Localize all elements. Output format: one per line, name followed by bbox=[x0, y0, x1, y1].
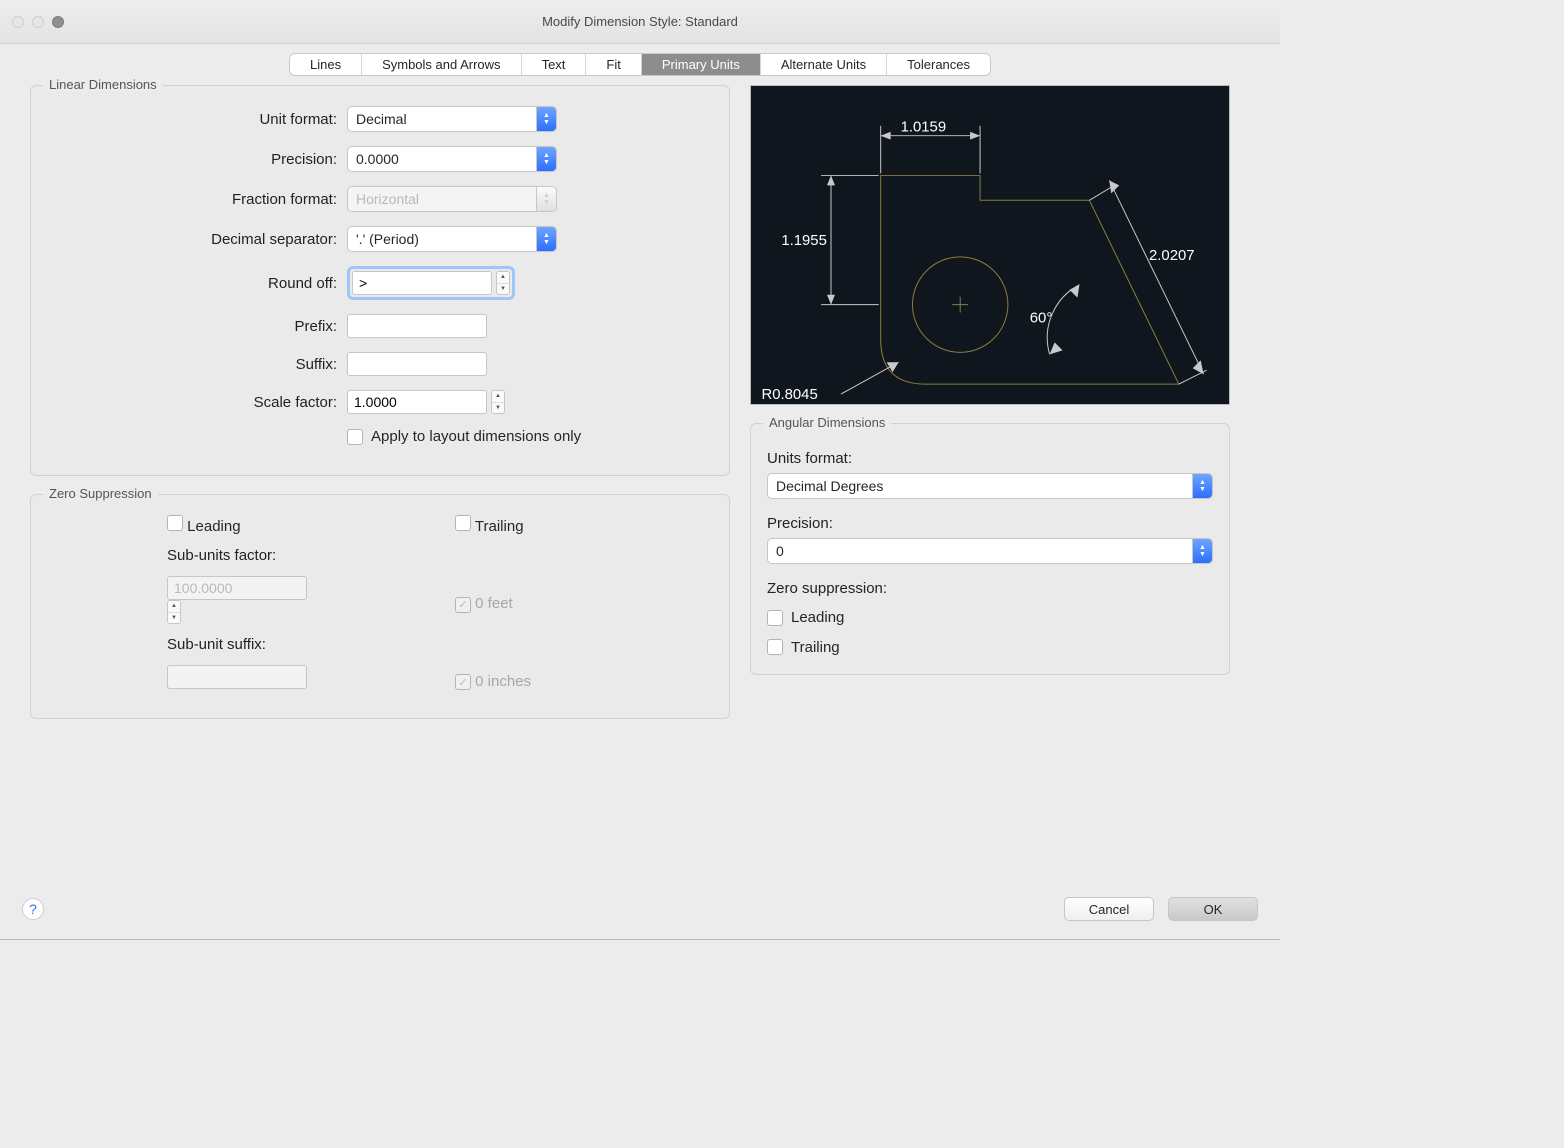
chevron-up-down-icon: ▲▼ bbox=[536, 107, 556, 131]
angular-trailing-checkbox[interactable]: Trailing bbox=[767, 639, 840, 656]
angular-precision-value: 0 bbox=[776, 543, 784, 559]
ok-button[interactable]: OK bbox=[1168, 897, 1258, 921]
tabs: Lines Symbols and Arrows Text Fit Primar… bbox=[290, 54, 990, 75]
checkbox-box bbox=[455, 515, 471, 531]
subunit-suffix-label: Sub-unit suffix: bbox=[167, 636, 425, 653]
linear-dimensions-group: Linear Dimensions Unit format: Decimal ▲… bbox=[30, 85, 730, 476]
preview-dim-diag: 2.0207 bbox=[1149, 248, 1195, 264]
dialog-footer: ? Cancel OK bbox=[0, 883, 1280, 939]
decimal-separator-value: '.' (Period) bbox=[356, 231, 419, 247]
preview-dim-top: 1.0159 bbox=[901, 120, 947, 136]
angular-precision-select[interactable]: 0 ▲▼ bbox=[767, 538, 1213, 564]
checkbox-box bbox=[767, 610, 783, 626]
angular-dimensions-group: Angular Dimensions Units format: Decimal… bbox=[750, 423, 1230, 675]
tab-tolerances[interactable]: Tolerances bbox=[887, 54, 990, 75]
zero-leading-label: Leading bbox=[187, 518, 240, 535]
tab-bar: Lines Symbols and Arrows Text Fit Primar… bbox=[0, 54, 1280, 75]
zero-trailing-label: Trailing bbox=[475, 518, 524, 535]
fraction-format-value: Horizontal bbox=[356, 191, 419, 207]
angular-trailing-label: Trailing bbox=[791, 639, 840, 656]
angular-zero-suppression-label: Zero suppression: bbox=[767, 580, 1213, 597]
scale-factor-stepper[interactable]: ▲▼ bbox=[491, 390, 505, 414]
zero-leading-checkbox[interactable]: Leading bbox=[167, 515, 425, 535]
subunits-factor-input bbox=[167, 576, 307, 600]
angular-units-format-label: Units format: bbox=[767, 450, 1213, 467]
zero-trailing-checkbox[interactable]: Trailing bbox=[455, 515, 713, 535]
zero-legend: Zero Suppression bbox=[43, 486, 158, 501]
zero-inches-label: 0 inches bbox=[475, 673, 531, 690]
checkbox-box bbox=[767, 639, 783, 655]
unit-format-value: Decimal bbox=[356, 111, 407, 127]
tab-text[interactable]: Text bbox=[522, 54, 587, 75]
tab-lines[interactable]: Lines bbox=[290, 54, 362, 75]
linear-legend: Linear Dimensions bbox=[43, 77, 163, 92]
round-off-label: Round off: bbox=[47, 275, 347, 292]
angular-leading-checkbox[interactable]: Leading bbox=[767, 609, 844, 626]
unit-format-label: Unit format: bbox=[47, 111, 347, 128]
chevron-up-down-icon: ▲▼ bbox=[1192, 474, 1212, 498]
zero-feet-checkbox: 0 feet bbox=[455, 595, 713, 613]
cancel-button[interactable]: Cancel bbox=[1064, 897, 1154, 921]
angular-units-format-value: Decimal Degrees bbox=[776, 478, 883, 494]
scale-factor-label: Scale factor: bbox=[47, 394, 347, 411]
zero-suppression-group: Zero Suppression Leading Sub-units facto… bbox=[30, 494, 730, 719]
apply-layout-label: Apply to layout dimensions only bbox=[371, 428, 581, 445]
angular-legend: Angular Dimensions bbox=[763, 415, 891, 430]
zero-feet-label: 0 feet bbox=[475, 595, 513, 612]
suffix-label: Suffix: bbox=[47, 356, 347, 373]
precision-select[interactable]: 0.0000 ▲▼ bbox=[347, 146, 557, 172]
chevron-up-down-icon: ▲▼ bbox=[536, 187, 556, 211]
tab-primary-units[interactable]: Primary Units bbox=[642, 54, 761, 75]
prefix-label: Prefix: bbox=[47, 318, 347, 335]
chevron-up-down-icon: ▲▼ bbox=[536, 147, 556, 171]
dialog-window: Modify Dimension Style: Standard Lines S… bbox=[0, 0, 1280, 940]
preview-dim-left: 1.1955 bbox=[781, 233, 827, 249]
scale-factor-input[interactable] bbox=[347, 390, 487, 414]
tab-fit[interactable]: Fit bbox=[586, 54, 641, 75]
subunits-factor-label: Sub-units factor: bbox=[167, 547, 425, 564]
angular-units-format-select[interactable]: Decimal Degrees ▲▼ bbox=[767, 473, 1213, 499]
tab-alternate-units[interactable]: Alternate Units bbox=[761, 54, 887, 75]
fraction-format-select: Horizontal ▲▼ bbox=[347, 186, 557, 212]
chevron-up-down-icon: ▲▼ bbox=[536, 227, 556, 251]
round-off-stepper[interactable]: ▲▼ bbox=[496, 271, 510, 295]
checkbox-box bbox=[455, 674, 471, 690]
decimal-separator-label: Decimal separator: bbox=[47, 231, 347, 248]
round-off-input[interactable] bbox=[352, 271, 492, 295]
preview-angle: 60° bbox=[1030, 311, 1053, 327]
prefix-input[interactable] bbox=[347, 314, 487, 338]
checkbox-box bbox=[455, 597, 471, 613]
unit-format-select[interactable]: Decimal ▲▼ bbox=[347, 106, 557, 132]
window-title: Modify Dimension Style: Standard bbox=[0, 14, 1280, 29]
angular-precision-label: Precision: bbox=[767, 515, 1213, 532]
apply-layout-checkbox[interactable]: Apply to layout dimensions only bbox=[347, 428, 581, 445]
dimension-preview: 1.0159 1.1955 2.0207 60° bbox=[750, 85, 1230, 405]
decimal-separator-select[interactable]: '.' (Period) ▲▼ bbox=[347, 226, 557, 252]
focus-ring: ▲▼ bbox=[347, 266, 515, 300]
fraction-format-label: Fraction format: bbox=[47, 191, 347, 208]
preview-radius: R0.8045 bbox=[761, 387, 817, 403]
help-button[interactable]: ? bbox=[22, 898, 44, 920]
subunits-factor-stepper: ▲▼ bbox=[167, 600, 181, 624]
precision-label: Precision: bbox=[47, 151, 347, 168]
checkbox-box bbox=[167, 515, 183, 531]
subunit-suffix-input bbox=[167, 665, 307, 689]
tab-symbols-arrows[interactable]: Symbols and Arrows bbox=[362, 54, 522, 75]
titlebar: Modify Dimension Style: Standard bbox=[0, 0, 1280, 44]
content-area: Linear Dimensions Unit format: Decimal ▲… bbox=[0, 75, 1280, 883]
checkbox-box bbox=[347, 429, 363, 445]
zero-inches-checkbox: 0 inches bbox=[455, 673, 713, 691]
suffix-input[interactable] bbox=[347, 352, 487, 376]
angular-leading-label: Leading bbox=[791, 609, 844, 626]
precision-value: 0.0000 bbox=[356, 151, 399, 167]
chevron-up-down-icon: ▲▼ bbox=[1192, 539, 1212, 563]
